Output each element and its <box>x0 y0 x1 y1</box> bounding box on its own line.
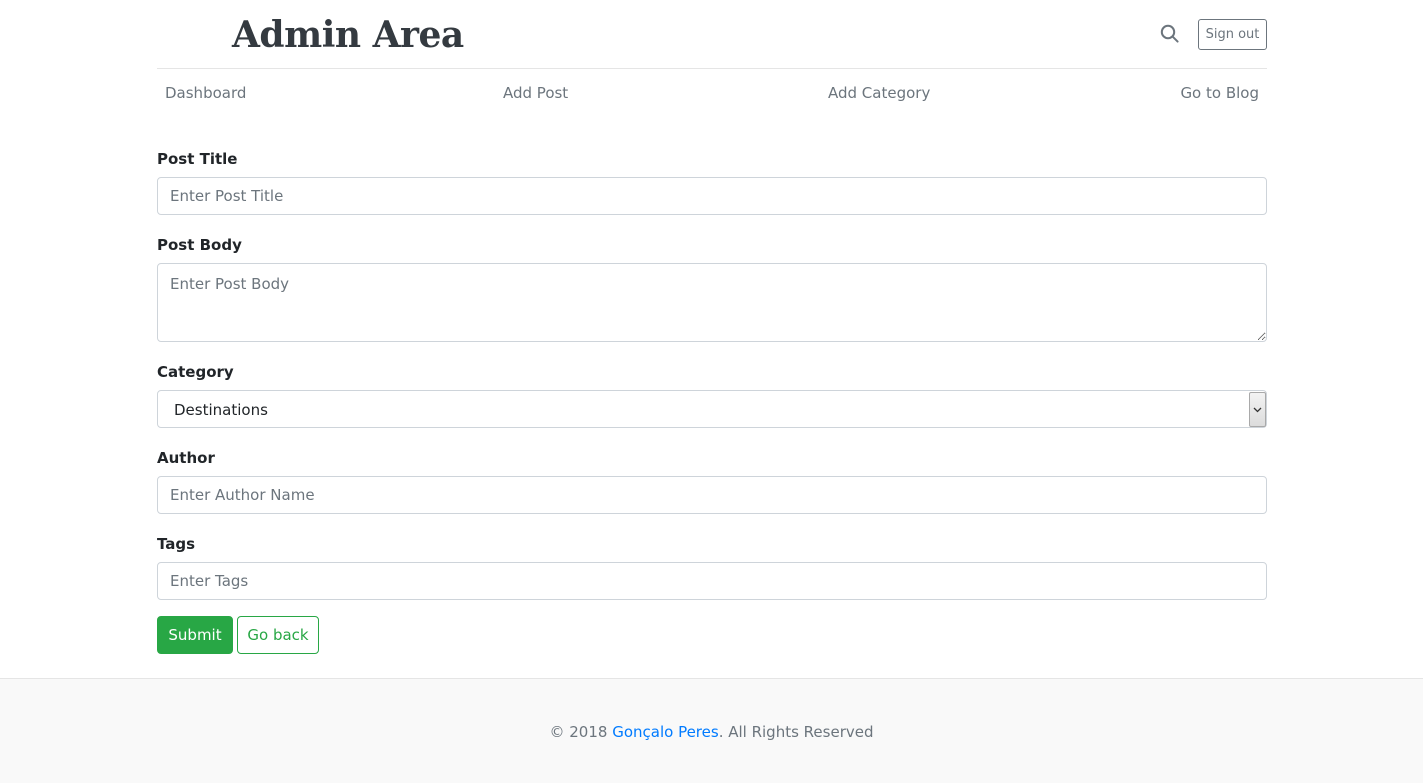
copyright-suffix: . All Rights Reserved <box>718 723 874 741</box>
main-nav: Dashboard Add Post Add Category Go to Bl… <box>157 80 1267 108</box>
header: Admin Area Sign out <box>157 0 1267 69</box>
page-title: Admin Area <box>232 14 464 56</box>
nav-item-add-category[interactable]: Add Category <box>828 84 930 102</box>
tags-input[interactable] <box>157 562 1267 600</box>
tags-label: Tags <box>157 535 196 553</box>
author-input[interactable] <box>157 476 1267 514</box>
copyright-text: © 2018 Gonçalo Peres. All Rights Reserve… <box>0 723 1423 741</box>
post-body-label: Post Body <box>157 236 242 254</box>
category-label: Category <box>157 363 234 381</box>
submit-button[interactable]: Submit <box>157 616 233 654</box>
post-body-textarea[interactable] <box>157 263 1267 342</box>
sign-out-button[interactable]: Sign out <box>1198 19 1267 50</box>
post-title-input[interactable] <box>157 177 1267 215</box>
category-selected-value: Destinations <box>174 401 268 419</box>
go-back-button[interactable]: Go back <box>237 616 319 654</box>
post-title-label: Post Title <box>157 150 238 168</box>
nav-item-go-to-blog[interactable]: Go to Blog <box>1180 84 1259 102</box>
author-link[interactable]: Gonçalo Peres <box>612 723 718 741</box>
category-select[interactable]: Destinations <box>157 390 1267 428</box>
footer: © 2018 Gonçalo Peres. All Rights Reserve… <box>0 678 1423 783</box>
chevron-down-icon[interactable] <box>1249 392 1266 427</box>
search-icon[interactable] <box>1160 24 1180 44</box>
nav-item-dashboard[interactable]: Dashboard <box>165 84 246 102</box>
author-label: Author <box>157 449 215 467</box>
nav-item-add-post[interactable]: Add Post <box>503 84 568 102</box>
copyright-prefix: © 2018 <box>549 723 613 741</box>
